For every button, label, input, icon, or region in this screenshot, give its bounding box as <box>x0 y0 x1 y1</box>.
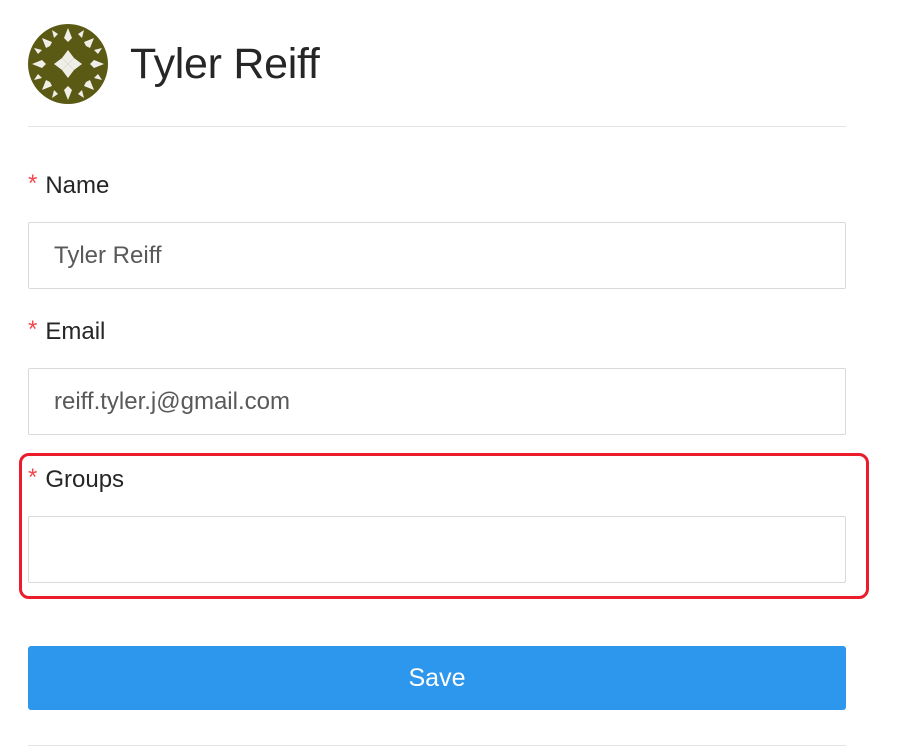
name-field-wrapper <box>28 222 846 289</box>
email-field[interactable] <box>29 369 845 434</box>
footer-divider <box>28 745 846 746</box>
name-label-text: Name <box>45 172 110 199</box>
groups-field-wrapper <box>28 516 846 583</box>
avatar <box>28 24 108 104</box>
profile-name: Tyler Reiff <box>130 39 320 88</box>
name-field[interactable] <box>29 223 845 288</box>
email-label-text: Email <box>45 318 106 345</box>
header-divider <box>28 126 846 127</box>
name-label: * Name <box>28 170 110 200</box>
required-marker: * <box>28 170 38 197</box>
groups-field[interactable] <box>29 517 845 582</box>
groups-label-text: Groups <box>45 466 125 493</box>
save-button[interactable]: Save <box>28 646 846 710</box>
snowflake-avatar-icon <box>28 24 108 104</box>
groups-label: * Groups <box>28 464 125 494</box>
profile-header: Tyler Reiff <box>28 24 846 104</box>
required-marker: * <box>28 464 38 491</box>
email-field-wrapper <box>28 368 846 435</box>
profile-page: Tyler Reiff * Name * Email * Groups Save <box>0 0 906 748</box>
required-marker: * <box>28 316 38 343</box>
email-label: * Email <box>28 316 106 346</box>
